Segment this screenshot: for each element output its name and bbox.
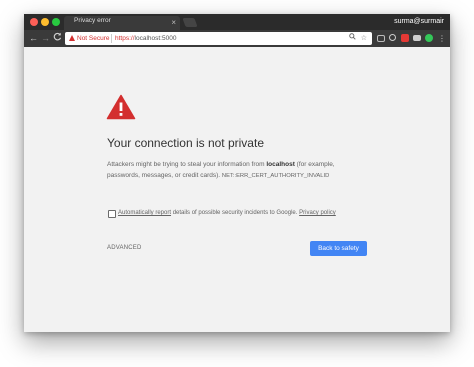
title-bar: Privacy error × surma@surmair bbox=[24, 14, 450, 30]
search-glyph bbox=[349, 33, 356, 40]
close-window-button[interactable] bbox=[30, 18, 38, 26]
error-description: Attackers might be trying to steal your … bbox=[107, 159, 367, 182]
tab-privacy-error[interactable]: Privacy error × bbox=[64, 16, 180, 30]
description-prefix: Attackers might be trying to steal your … bbox=[107, 161, 267, 168]
automatic-report-link[interactable]: Automatically report bbox=[118, 210, 171, 216]
adblock-icon[interactable] bbox=[401, 34, 409, 42]
menu-icon[interactable]: ⋮ bbox=[438, 32, 446, 45]
advanced-button[interactable]: ADVANCED bbox=[107, 245, 142, 251]
vpn-icon[interactable] bbox=[389, 34, 396, 41]
minimize-window-button[interactable] bbox=[41, 18, 49, 26]
extension-icon[interactable] bbox=[425, 34, 433, 42]
privacy-policy-link[interactable]: Privacy policy bbox=[299, 210, 336, 216]
url-host: localhost:5000 bbox=[134, 35, 177, 42]
tab-title: Privacy error bbox=[74, 17, 111, 24]
url-text[interactable]: https://localhost:5000 bbox=[115, 33, 176, 44]
new-tab-button[interactable] bbox=[182, 18, 198, 27]
bookmark-star-icon[interactable]: ☆ bbox=[361, 33, 367, 44]
browser-window: Privacy error × surma@surmair ← → Not Se… bbox=[24, 14, 450, 332]
toolbar: ← → Not Secure https://localhost:5000 ☆ bbox=[24, 30, 450, 47]
forward-arrow-icon[interactable]: → bbox=[41, 32, 50, 45]
error-code[interactable]: NET::ERR_CERT_AUTHORITY_INVALID bbox=[222, 173, 329, 179]
address-divider bbox=[111, 34, 112, 43]
description-host: localhost bbox=[266, 161, 295, 168]
back-to-safety-button[interactable]: Back to safety bbox=[310, 241, 367, 256]
screenshot-icon[interactable] bbox=[413, 35, 421, 41]
address-bar[interactable]: Not Secure https://localhost:5000 ☆ bbox=[65, 32, 372, 45]
not-secure-label[interactable]: Not Secure bbox=[77, 33, 110, 44]
back-arrow-icon[interactable]: ← bbox=[29, 32, 38, 45]
report-text: Automatically report details of possible… bbox=[118, 208, 336, 219]
warning-triangle-icon bbox=[106, 94, 136, 120]
url-scheme: https:// bbox=[115, 35, 135, 42]
reload-icon[interactable] bbox=[53, 32, 62, 45]
tab-close-icon[interactable]: × bbox=[171, 16, 176, 30]
interstitial-page: Your connection is not private Attackers… bbox=[24, 47, 450, 332]
reload-glyph bbox=[53, 32, 62, 41]
maximize-window-button[interactable] bbox=[52, 18, 60, 26]
cast-icon[interactable] bbox=[377, 35, 385, 42]
report-checkbox[interactable] bbox=[108, 210, 116, 218]
page-title: Your connection is not private bbox=[107, 136, 264, 150]
search-icon[interactable] bbox=[349, 33, 356, 44]
profile-name[interactable]: surma@surmair bbox=[394, 16, 444, 28]
not-secure-warning-icon[interactable] bbox=[69, 35, 75, 41]
report-middle-text: details of possible security incidents t… bbox=[171, 210, 300, 216]
